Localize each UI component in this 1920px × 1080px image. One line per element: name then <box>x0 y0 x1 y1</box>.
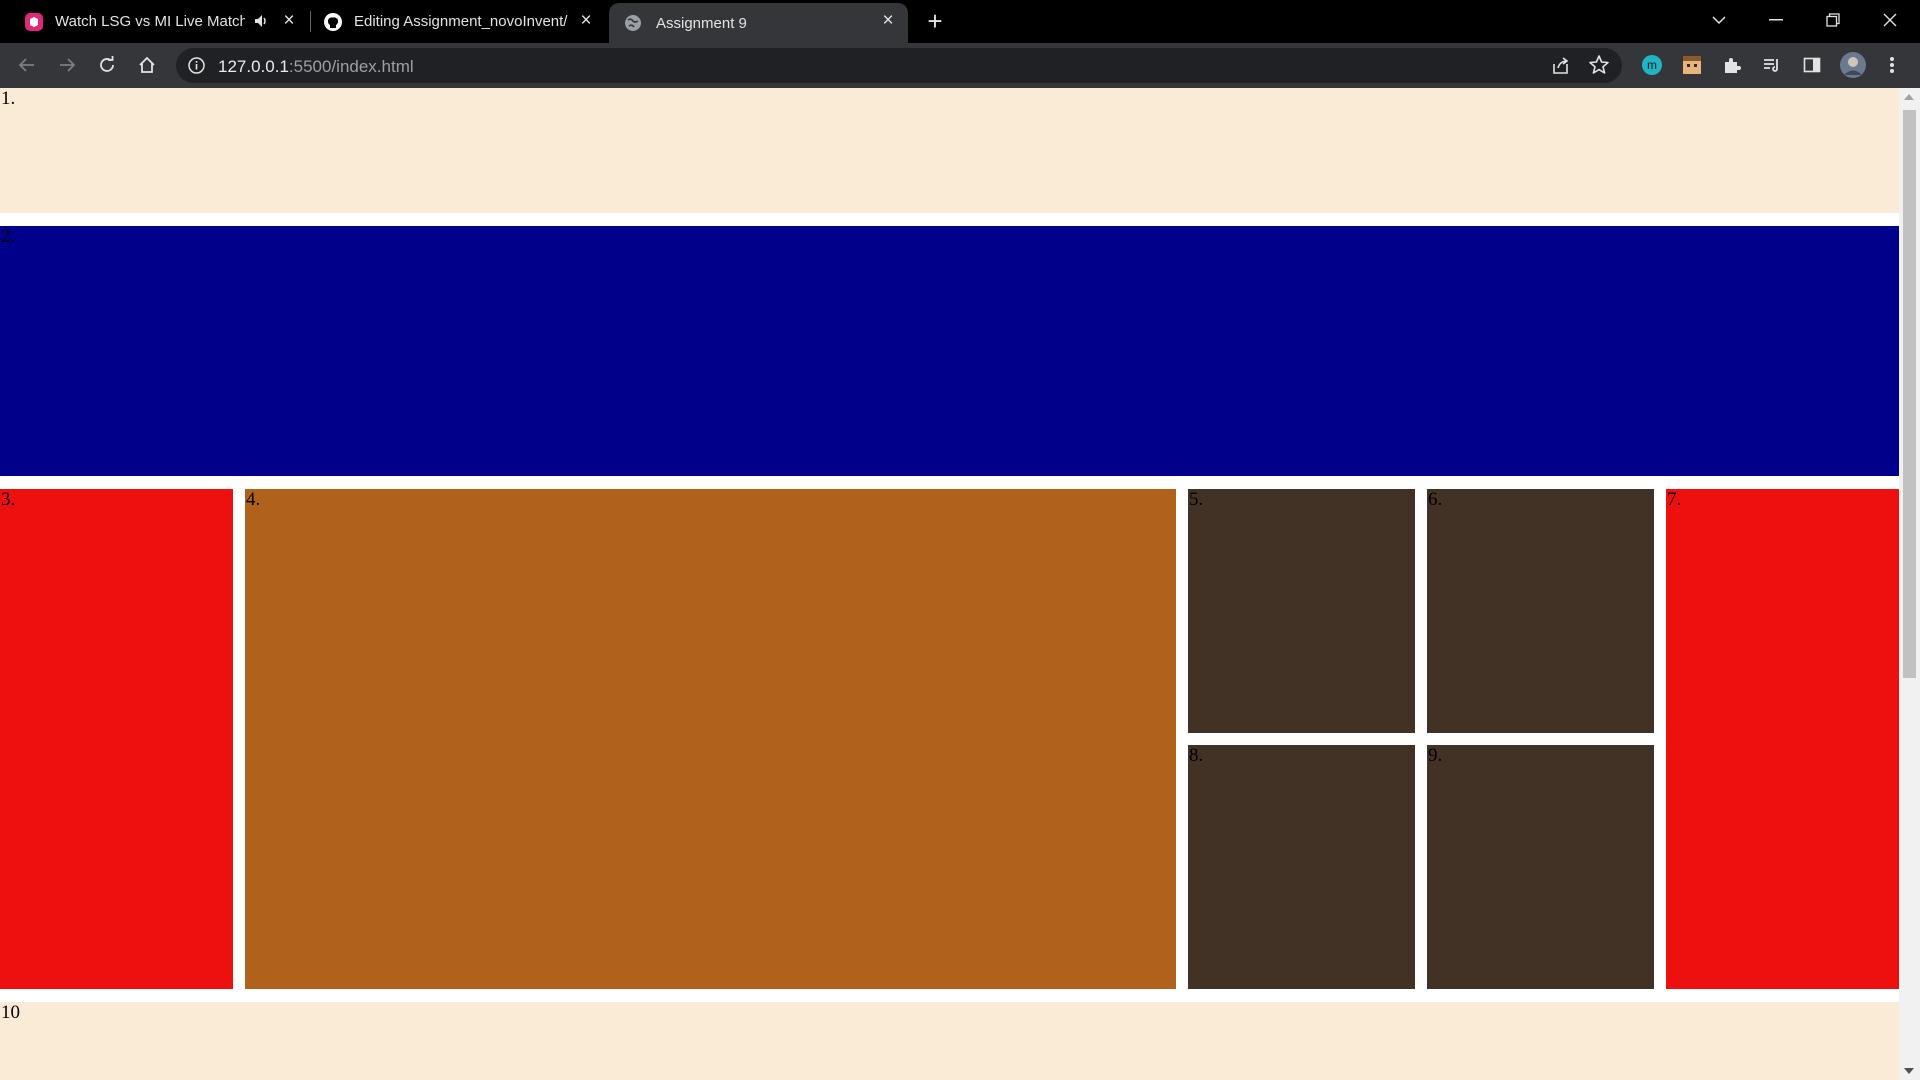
address-bar[interactable]: 127.0.0.1:5500/index.html <box>176 48 1622 83</box>
box-6: 6. <box>1427 489 1654 733</box>
box-9: 9. <box>1427 745 1654 989</box>
home-icon[interactable] <box>133 51 161 79</box>
close-tab-icon[interactable]: × <box>577 10 595 31</box>
box-2: 2. <box>0 226 1899 476</box>
box-5: 5. <box>1188 489 1415 733</box>
tab-search-chevron-icon[interactable] <box>1696 0 1742 40</box>
box-8: 8. <box>1188 745 1415 989</box>
profile-avatar-icon[interactable] <box>1838 50 1868 80</box>
box-10: 10 <box>0 1002 1899 1080</box>
share-icon[interactable] <box>1550 55 1572 77</box>
box-label: 6. <box>1428 489 1443 510</box>
bookmark-star-icon[interactable] <box>1588 54 1610 76</box>
close-window-icon[interactable] <box>1867 0 1913 40</box>
side-panel-icon[interactable] <box>1800 53 1824 77</box>
box-label: 10 <box>1 1002 20 1023</box>
tab-editing-assignment[interactable]: Editing Assignment_novoInvent/ × <box>314 0 604 43</box>
box-label: 8. <box>1189 745 1204 766</box>
chrome-menu-icon[interactable] <box>1880 53 1904 77</box>
box-7: 7. <box>1666 489 1899 989</box>
vertical-scrollbar[interactable] <box>1899 88 1920 1080</box>
box-label: 3. <box>1 489 16 510</box>
tab-watch-lsg[interactable]: Watch LSG vs MI Live Match × <box>16 0 306 43</box>
globe-icon <box>623 13 643 33</box>
scroll-up-arrow-icon[interactable] <box>1904 94 1914 100</box>
reload-icon[interactable] <box>93 51 121 79</box>
extensions-puzzle-icon[interactable] <box>1720 53 1744 77</box>
tab-title: Assignment 9 <box>656 14 747 32</box>
close-tab-icon[interactable]: × <box>879 10 897 31</box>
close-tab-icon[interactable]: × <box>280 10 298 31</box>
box-1: 1. <box>0 88 1899 213</box>
url-text: 127.0.0.1:5500/index.html <box>218 57 414 77</box>
svg-text:m: m <box>1647 58 1657 72</box>
minimize-icon[interactable] <box>1753 0 1799 40</box>
speaker-muted-icon[interactable] <box>253 13 271 31</box>
hotstar-icon <box>24 12 44 32</box>
extension-m-icon[interactable]: m <box>1640 53 1664 77</box>
tab-title: Watch LSG vs MI Live Match <box>55 13 245 30</box>
box-label: 4. <box>246 489 261 510</box>
extension-avatar-icon[interactable] <box>1680 53 1704 77</box>
box-label: 7. <box>1667 489 1682 510</box>
restore-icon[interactable] <box>1810 0 1856 40</box>
tab-strip: Watch LSG vs MI Live Match × Editing Ass… <box>0 0 1920 43</box>
tab-title: Editing Assignment_novoInvent/ <box>354 13 568 30</box>
forward-icon[interactable] <box>53 51 81 79</box>
box-4: 4. <box>245 489 1176 989</box>
box-label: 1. <box>1 88 16 109</box>
github-icon <box>323 12 343 32</box>
box-label: 2. <box>1 226 16 247</box>
box-label: 5. <box>1189 489 1204 510</box>
tab-separator <box>310 11 311 32</box>
site-info-icon[interactable] <box>187 56 206 75</box>
scroll-down-arrow-icon[interactable] <box>1904 1068 1914 1074</box>
url-host: 127.0.0.1 <box>218 57 289 76</box>
scrollbar-thumb[interactable] <box>1903 110 1916 678</box>
back-icon[interactable] <box>13 51 41 79</box>
new-tab-button[interactable]: + <box>922 6 948 36</box>
page-viewport: 1. 2. 3. 4. 5. 6. 8. 9. 7. 10 <box>0 88 1899 1080</box>
tab-assignment-9[interactable]: Assignment 9 × <box>609 3 908 43</box>
box-3: 3. <box>0 489 233 989</box>
box-label: 9. <box>1428 745 1443 766</box>
browser-toolbar: 127.0.0.1:5500/index.html m <box>0 43 1920 88</box>
url-path: :5500/index.html <box>288 57 414 76</box>
reading-list-icon[interactable] <box>1760 53 1784 77</box>
